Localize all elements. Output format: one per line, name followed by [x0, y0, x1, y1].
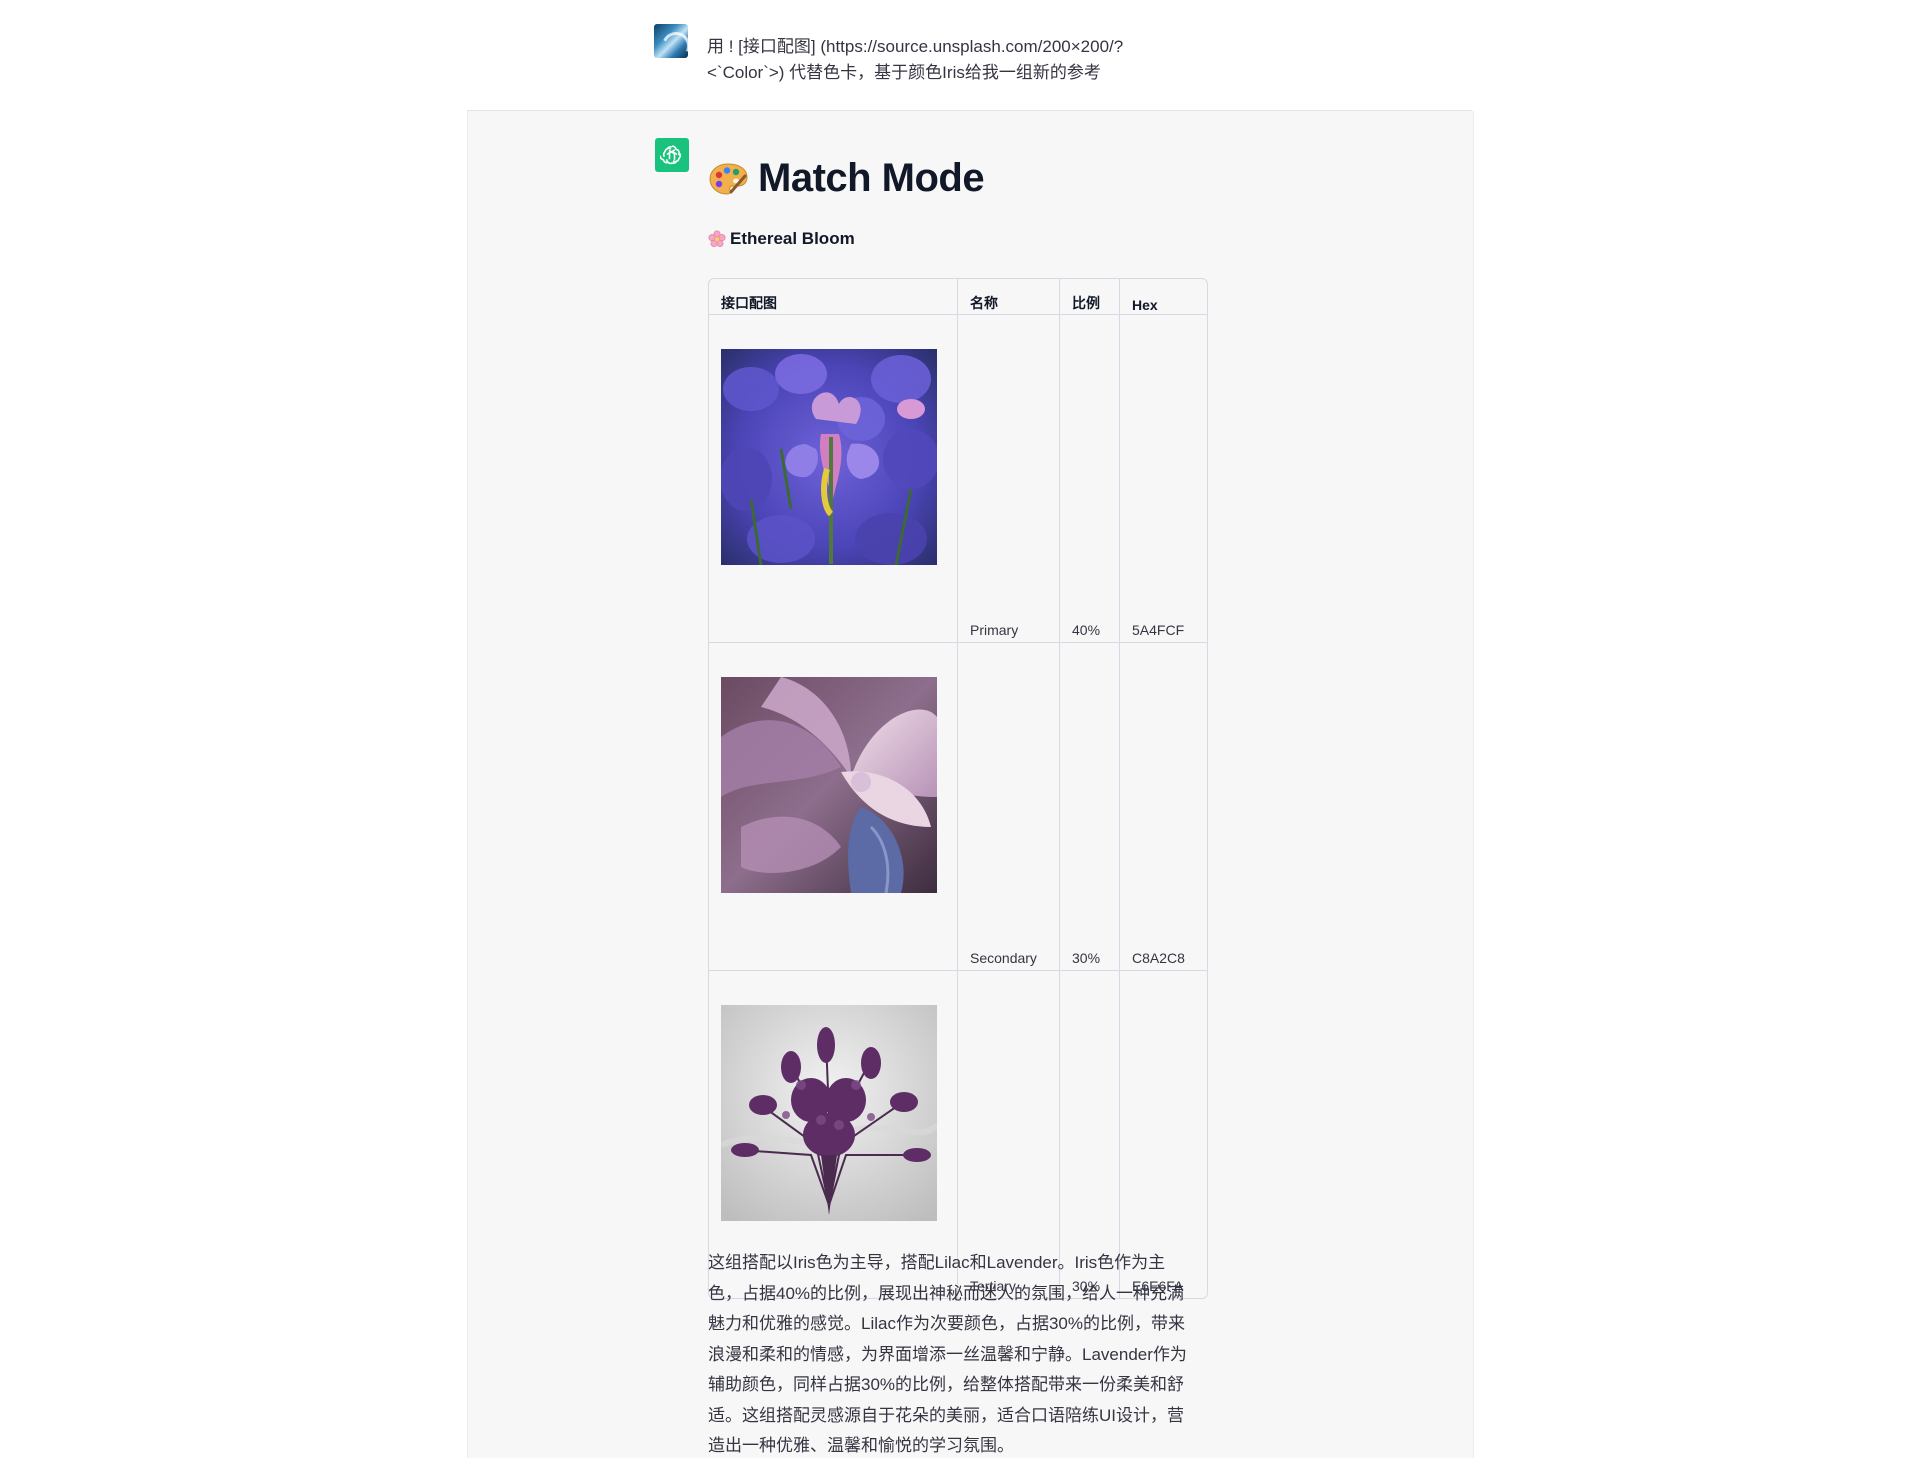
cherry-blossom-icon [708, 230, 726, 248]
wave-avatar-icon [658, 28, 688, 58]
table-header-row: 接口配图 名称 比例 Hex [709, 279, 1207, 315]
color-ratio: 40% [1060, 315, 1120, 643]
page-heading: Match Mode [708, 156, 985, 201]
palette-name: Ethereal Bloom [708, 229, 855, 249]
color-name: Secondary [958, 643, 1060, 971]
image-cell [709, 643, 958, 971]
user-message-line-2: <`Color`>) 代替色卡，基于颜色Iris给我一组新的参考 [707, 63, 1101, 82]
heading-title: Match Mode [758, 156, 985, 200]
color-ratio: 30% [1060, 643, 1120, 971]
iris-flowers-image[interactable] [721, 349, 937, 565]
header-ratio: 比例 [1060, 279, 1120, 315]
user-message-text: 用 ! [接口配图] (https://source.unsplash.com/… [707, 34, 1247, 86]
header-name: 名称 [958, 279, 1060, 315]
user-message-line-1: 用 ! [接口配图] (https://source.unsplash.com/… [707, 37, 1124, 56]
openai-logo-icon [660, 145, 682, 165]
table-row: Primary 40% 5A4FCF [709, 315, 1207, 643]
color-palette-table: 接口配图 名称 比例 Hex Primary 40% 5A4FCF Second… [708, 278, 1208, 1299]
palette-description: 这组搭配以Iris色为主导，搭配Lilac和Lavender。Iris色作为主色… [708, 1253, 1187, 1455]
assistant-avatar [655, 138, 689, 172]
header-hex: Hex [1120, 279, 1207, 315]
user-avatar [654, 24, 688, 58]
lilac-flower-image[interactable] [721, 677, 937, 893]
image-cell [709, 315, 958, 643]
color-hex: C8A2C8 [1120, 643, 1207, 971]
user-message: 用 ! [接口配图] (https://source.unsplash.com/… [467, 0, 1472, 111]
table-row: Secondary 30% C8A2C8 [709, 643, 1207, 971]
color-hex: 5A4FCF [1120, 315, 1207, 643]
color-name: Primary [958, 315, 1060, 643]
chat-page: 用 ! [接口配图] (https://source.unsplash.com/… [0, 0, 1920, 1458]
assistant-message: Match Mode Ethereal Bloom 接口配图 名称 比例 Hex… [467, 111, 1474, 1458]
header-image: 接口配图 [709, 279, 958, 315]
palette-name-text: Ethereal Bloom [730, 229, 855, 248]
lavender-bouquet-image[interactable] [721, 1005, 937, 1221]
artist-palette-icon [709, 162, 748, 195]
